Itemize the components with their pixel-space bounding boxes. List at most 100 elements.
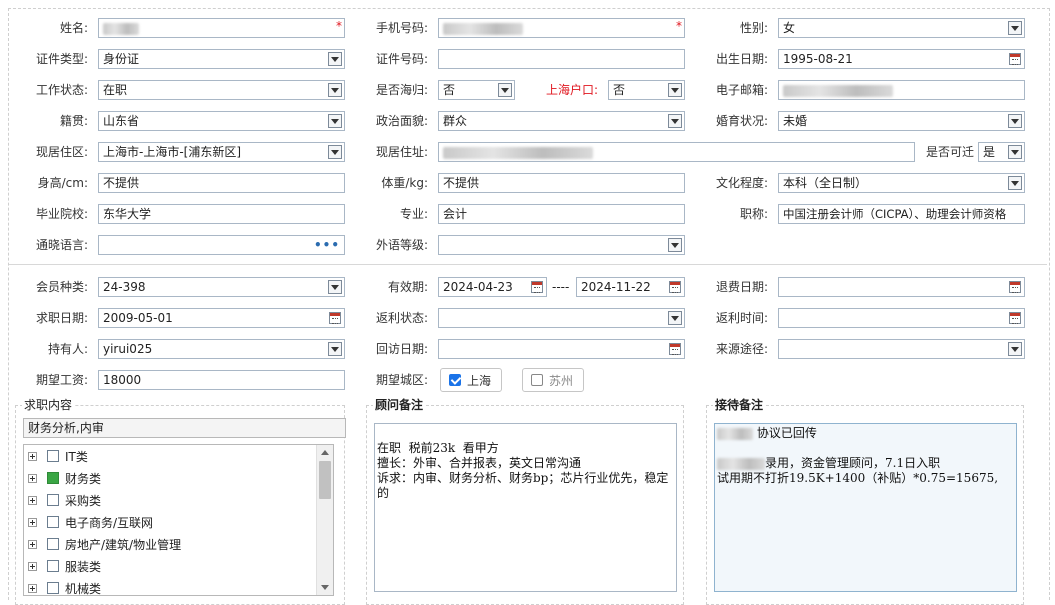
reception-blank-line xyxy=(717,441,1014,456)
work-status-select[interactable]: 在职 xyxy=(98,80,345,100)
expand-plus-icon[interactable] xyxy=(28,561,37,571)
chevron-down-icon[interactable] xyxy=(668,83,682,97)
birth-date-field[interactable]: 1995-08-21 xyxy=(778,49,1025,69)
tree-item-finance[interactable]: 财务类 xyxy=(28,467,101,489)
expand-plus-icon[interactable] xyxy=(28,473,37,483)
calendar-icon[interactable] xyxy=(329,312,341,324)
gender-select[interactable]: 女 xyxy=(778,18,1025,38)
source-select[interactable] xyxy=(778,339,1025,359)
rebate-time-field[interactable] xyxy=(778,308,1025,328)
major-field[interactable]: 会计 xyxy=(438,204,685,224)
chevron-down-icon[interactable] xyxy=(1008,176,1022,190)
chevron-down-icon[interactable] xyxy=(1008,342,1022,356)
tree-scrollbar[interactable] xyxy=(316,445,333,595)
holder-select[interactable]: yirui025 xyxy=(98,339,345,359)
checkbox-empty-icon[interactable] xyxy=(47,538,59,550)
source-label: 来源途径: xyxy=(715,342,768,356)
valid-from-field[interactable]: 2024-04-23 xyxy=(438,277,547,297)
salary-field[interactable]: 18000 xyxy=(98,370,345,390)
overseas-select[interactable]: 否 xyxy=(438,80,515,100)
checkbox-empty-icon[interactable] xyxy=(47,450,59,462)
expand-plus-icon[interactable] xyxy=(28,517,37,527)
chevron-down-icon[interactable] xyxy=(1008,21,1022,35)
chevron-down-icon[interactable] xyxy=(328,83,342,97)
marital-select[interactable]: 未婚 xyxy=(778,111,1025,131)
more-dots-icon[interactable]: ••• xyxy=(314,236,340,254)
valid-to-field[interactable]: 2024-11-22 xyxy=(576,277,685,297)
chevron-down-icon[interactable] xyxy=(328,145,342,159)
calendar-icon[interactable] xyxy=(669,281,681,293)
school-field[interactable]: 东华大学 xyxy=(98,204,345,224)
residence-area-label: 现居住区: xyxy=(35,145,88,159)
checkbox-empty-icon[interactable] xyxy=(47,516,59,528)
refund-date-field[interactable] xyxy=(778,277,1025,297)
chevron-down-icon[interactable] xyxy=(328,342,342,356)
rebate-status-select[interactable] xyxy=(438,308,685,328)
tree-item-realestate[interactable]: 房地产/建筑/物业管理 xyxy=(28,533,181,555)
hukou-value: 否 xyxy=(613,83,626,97)
checkbox-empty-icon[interactable] xyxy=(47,560,59,572)
expand-plus-icon[interactable] xyxy=(28,583,37,593)
checkbox-empty-icon[interactable] xyxy=(47,582,59,594)
city-suzhou-checkbox[interactable]: 苏州 xyxy=(522,368,585,392)
chevron-down-icon[interactable] xyxy=(328,114,342,128)
calendar-icon[interactable] xyxy=(531,281,543,293)
scroll-up-icon[interactable] xyxy=(317,445,333,459)
chevron-down-icon[interactable] xyxy=(498,83,512,97)
relocate-select[interactable]: 是 xyxy=(978,142,1025,162)
tree-item-machinery[interactable]: 机械类 xyxy=(28,577,101,595)
id-type-select[interactable]: 身份证 xyxy=(98,49,345,69)
chevron-down-icon[interactable] xyxy=(328,280,342,294)
calendar-icon[interactable] xyxy=(1009,53,1021,65)
expand-plus-icon[interactable] xyxy=(28,451,37,461)
scroll-down-icon[interactable] xyxy=(317,581,333,595)
education-value: 本科（全日制） xyxy=(783,176,868,190)
address-field[interactable] xyxy=(438,142,915,162)
school-label: 毕业院校: xyxy=(35,207,88,221)
name-field[interactable]: * xyxy=(98,18,345,38)
expand-plus-icon[interactable] xyxy=(28,539,37,549)
language-field[interactable]: ••• xyxy=(98,235,345,255)
tree-item-purchasing[interactable]: 采购类 xyxy=(28,489,101,511)
residence-area-select[interactable]: 上海市-上海市-[浦东新区] xyxy=(98,142,345,162)
calendar-icon[interactable] xyxy=(669,343,681,355)
visit-date-field[interactable] xyxy=(438,339,685,359)
relocate-label: 是否可迁 xyxy=(925,145,974,159)
reception-notes-textarea[interactable]: 协议已回传 录用，资金管理顾问，7.1日入职 试用期不打折19.5K+1400（… xyxy=(714,423,1017,592)
reception-notes-fieldset: 接待备注 协议已回传 录用，资金管理顾问，7.1日入职 试用期不打折19.5K+… xyxy=(706,397,1024,605)
checkbox-partial-icon[interactable] xyxy=(47,472,59,484)
city-shanghai-checkbox[interactable]: 上海 xyxy=(440,368,503,392)
phone-label: 手机号码: xyxy=(375,21,428,35)
holder-label: 持有人: xyxy=(47,342,88,356)
member-type-select[interactable]: 24-398 xyxy=(98,277,345,297)
tree-item-apparel[interactable]: 服装类 xyxy=(28,555,101,577)
chevron-down-icon[interactable] xyxy=(668,238,682,252)
chevron-down-icon[interactable] xyxy=(1008,114,1022,128)
chevron-down-icon[interactable] xyxy=(328,52,342,66)
tree-item-it[interactable]: IT类 xyxy=(28,445,88,467)
height-field[interactable]: 不提供 xyxy=(98,173,345,193)
hukou-select[interactable]: 否 xyxy=(608,80,685,100)
chevron-down-icon[interactable] xyxy=(668,114,682,128)
political-select[interactable]: 群众 xyxy=(438,111,685,131)
id-no-field[interactable] xyxy=(438,49,685,69)
advisor-notes-textarea[interactable]: 在职 税前23k 看甲方 擅长：外审、合并报表，英文日常沟通 诉求：内审、财务分… xyxy=(374,423,677,592)
foreign-level-select[interactable] xyxy=(438,235,685,255)
chevron-down-icon[interactable] xyxy=(1008,145,1022,159)
chevron-down-icon[interactable] xyxy=(668,311,682,325)
redacted-email xyxy=(783,84,893,97)
calendar-icon[interactable] xyxy=(1009,312,1021,324)
scroll-thumb[interactable] xyxy=(319,461,331,499)
expand-plus-icon[interactable] xyxy=(28,495,37,505)
title-field[interactable]: 中国注册会计师（CICPA）、助理会计师资格 xyxy=(778,204,1025,224)
weight-field[interactable]: 不提供 xyxy=(438,173,685,193)
email-field[interactable] xyxy=(778,80,1025,100)
education-select[interactable]: 本科（全日制） xyxy=(778,173,1025,193)
tree-item-ecommerce[interactable]: 电子商务/互联网 xyxy=(28,511,153,533)
weight-value: 不提供 xyxy=(443,176,480,190)
checkbox-empty-icon[interactable] xyxy=(47,494,59,506)
native-select[interactable]: 山东省 xyxy=(98,111,345,131)
phone-field[interactable]: * xyxy=(438,18,685,38)
job-date-field[interactable]: 2009-05-01 xyxy=(98,308,345,328)
calendar-icon[interactable] xyxy=(1009,281,1021,293)
